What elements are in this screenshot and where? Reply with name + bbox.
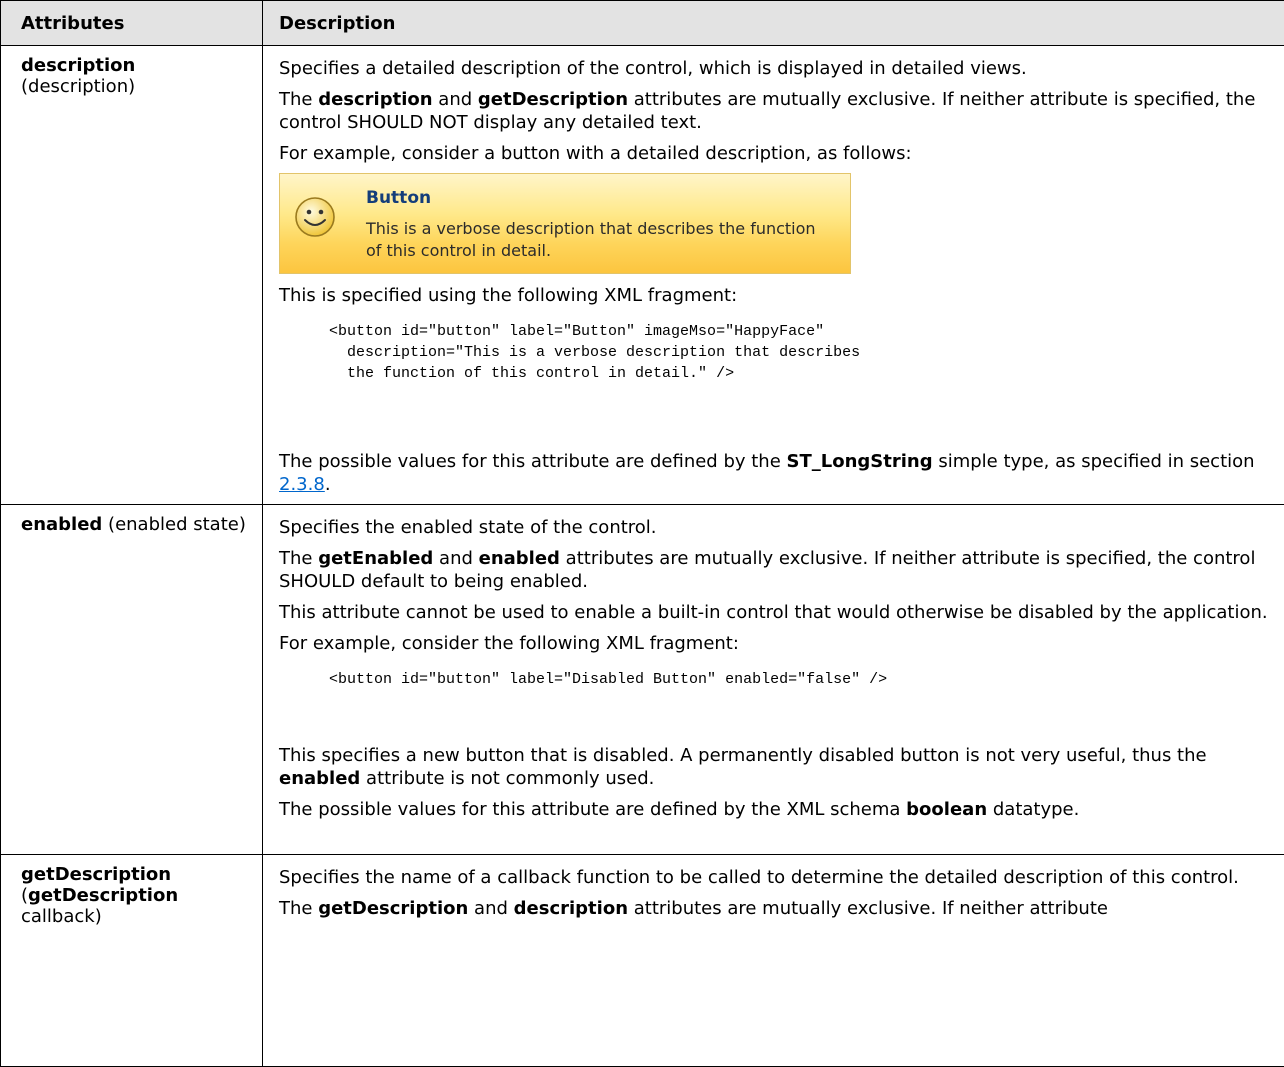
paragraph: The possible values for this attribute a… (279, 798, 1274, 821)
paragraph: The getDescription and description attri… (279, 897, 1274, 920)
paragraph: Specifies a detailed description of the … (279, 57, 1274, 80)
table-row: description (description) Specifies a de… (1, 46, 1284, 505)
paragraph: For example, consider the following XML … (279, 632, 1274, 655)
paragraph: This specifies a new button that is disa… (279, 744, 1274, 790)
code-fragment: <button id="button" label="Disabled Butt… (329, 669, 1274, 690)
happy-face-icon (294, 196, 336, 238)
paragraph: The getEnabled and enabled attributes ar… (279, 547, 1274, 593)
table-header-row: Attributes Description (1, 1, 1284, 46)
tooltip-text: This is a verbose description that descr… (366, 218, 836, 262)
example-tooltip-image: Button This is a verbose description tha… (279, 173, 851, 274)
tooltip-title: Button (366, 188, 431, 208)
paragraph: This is specified using the following XM… (279, 284, 1274, 307)
table-row: getDescription (getDescription callback)… (1, 855, 1284, 1067)
section-link[interactable]: 2.3.8 (279, 474, 325, 495)
paragraph: Specifies the enabled state of the contr… (279, 516, 1274, 539)
description-cell: Specifies a detailed description of the … (263, 46, 1284, 505)
attribute-qualifier: callback) (21, 906, 102, 927)
attribute-cell: getDescription (getDescription callback) (1, 855, 263, 1067)
paragraph: The possible values for this attribute a… (279, 450, 1274, 496)
attribute-name: description (21, 55, 135, 76)
paragraph: For example, consider a button with a de… (279, 142, 1274, 165)
attribute-name: getDescription (21, 864, 171, 885)
paragraph: Specifies the name of a callback functio… (279, 866, 1274, 889)
table-row: enabled (enabled state) Specifies the en… (1, 505, 1284, 855)
code-fragment: <button id="button" label="Button" image… (329, 321, 1274, 384)
attribute-name: enabled (21, 514, 102, 535)
description-cell: Specifies the name of a callback functio… (263, 855, 1284, 1067)
header-description: Description (263, 1, 1284, 46)
attribute-cell: enabled (enabled state) (1, 505, 263, 855)
header-attributes: Attributes (1, 1, 263, 46)
attribute-qualifier: (description) (21, 76, 135, 97)
paragraph: The description and getDescription attri… (279, 88, 1274, 134)
paragraph: This attribute cannot be used to enable … (279, 601, 1274, 624)
attributes-table: Attributes Description description (desc… (0, 0, 1284, 1067)
description-cell: Specifies the enabled state of the contr… (263, 505, 1284, 855)
attribute-cell: description (description) (1, 46, 263, 505)
attribute-qualifier: (enabled state) (102, 514, 246, 535)
